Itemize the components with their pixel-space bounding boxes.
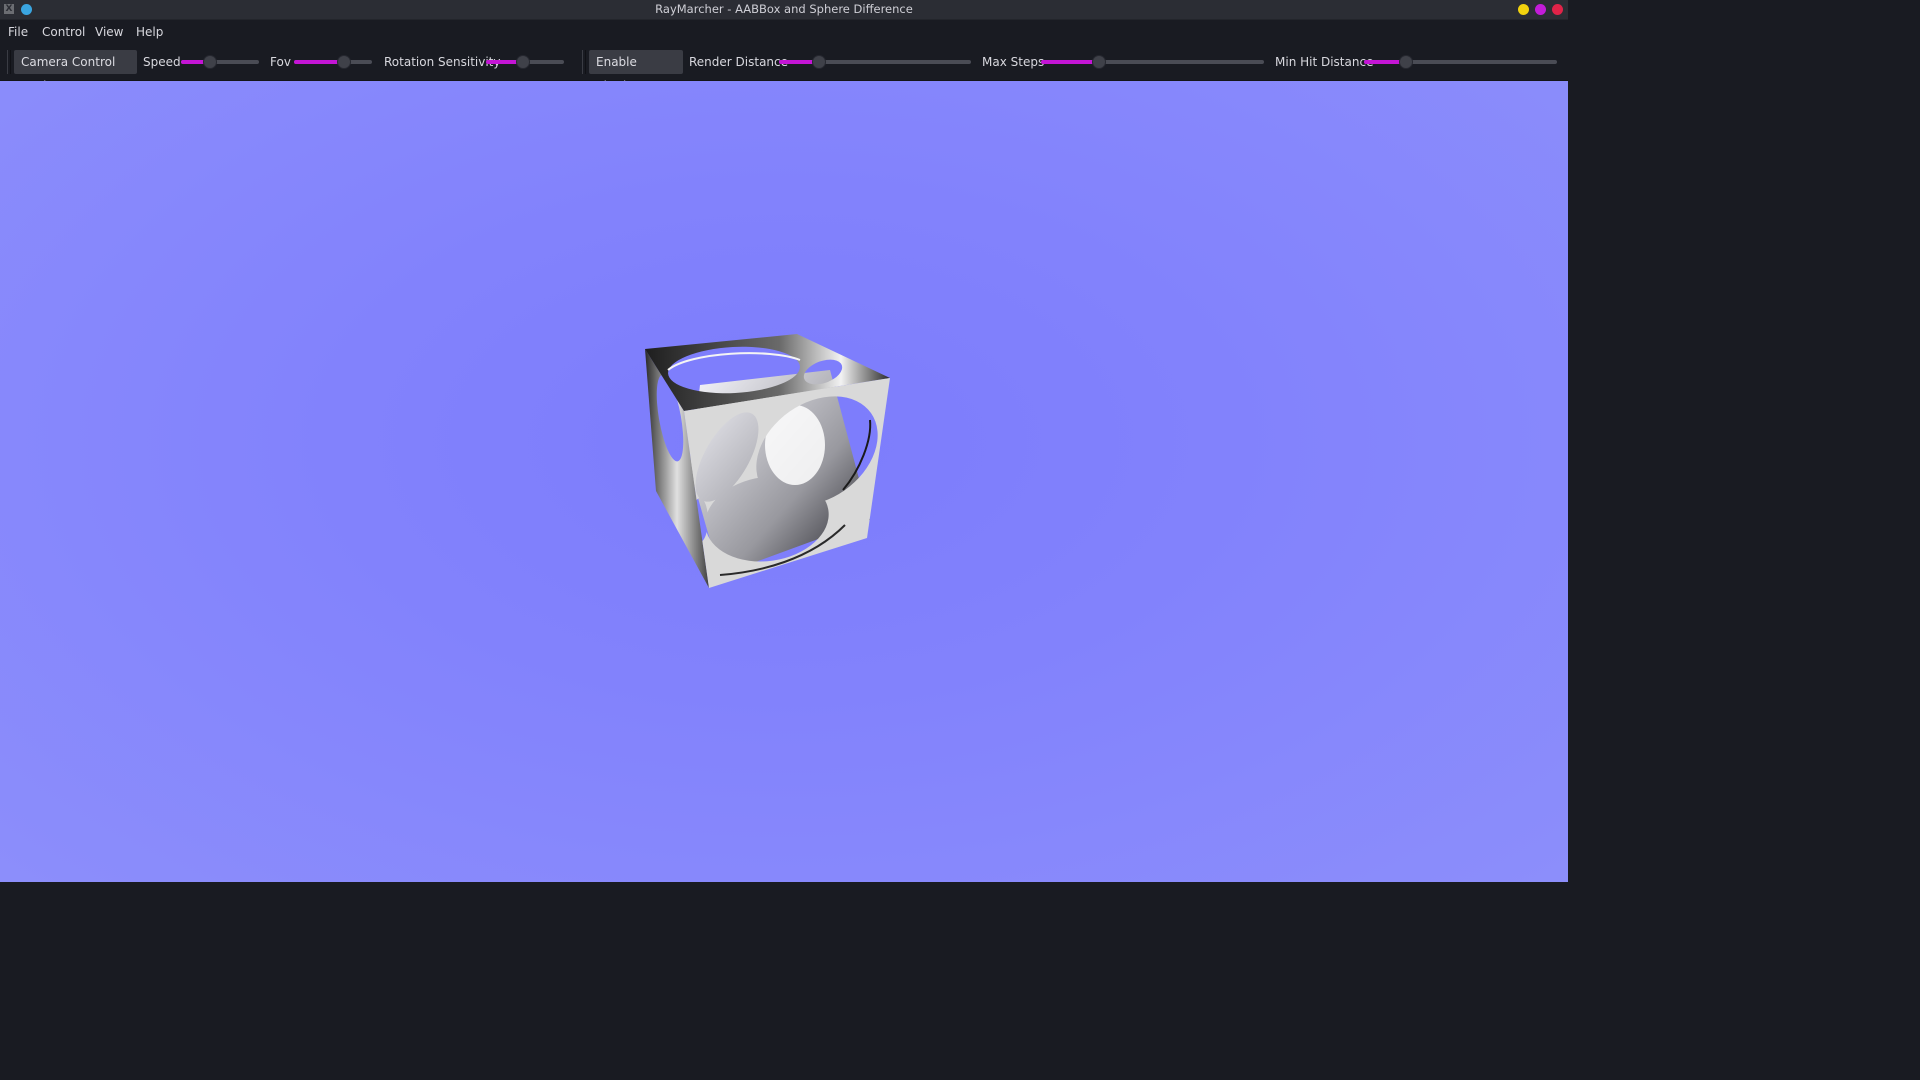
min-hit-distance-label: Min Hit Distance bbox=[1275, 55, 1374, 69]
slider-handle[interactable] bbox=[812, 55, 827, 69]
camera-control-mode-button[interactable]: Camera Control Mode bbox=[14, 50, 137, 93]
render-viewport[interactable] bbox=[0, 81, 1568, 882]
toolbar: Camera Control Mode Speed Fov Rotation S… bbox=[0, 44, 1568, 93]
rotation-sensitivity-label: Rotation Sensitivity bbox=[384, 55, 501, 69]
menu-help[interactable]: Help bbox=[136, 24, 163, 40]
toolbar-grip[interactable] bbox=[7, 50, 11, 74]
fov-slider[interactable] bbox=[294, 54, 372, 70]
maximize-button[interactable] bbox=[1535, 4, 1546, 15]
menu-control[interactable]: Control bbox=[42, 24, 85, 40]
min-hit-distance-slider[interactable] bbox=[1364, 54, 1557, 70]
menu-view[interactable]: View bbox=[95, 24, 123, 40]
close-button[interactable] bbox=[1552, 4, 1563, 15]
cube-front-face bbox=[684, 378, 890, 588]
menu-bar: File Control View Help bbox=[0, 20, 1568, 44]
speed-label: Speed bbox=[143, 55, 181, 69]
slider-handle[interactable] bbox=[1091, 55, 1106, 69]
slider-handle[interactable] bbox=[515, 55, 530, 69]
slider-fill bbox=[1041, 60, 1099, 64]
minimize-button[interactable] bbox=[1518, 4, 1529, 15]
render-distance-label: Render Distance bbox=[689, 55, 789, 69]
slider-handle[interactable] bbox=[336, 55, 351, 69]
render-distance-slider[interactable] bbox=[779, 54, 971, 70]
rotation-sensitivity-slider[interactable] bbox=[486, 54, 564, 70]
toolbar-grip[interactable] bbox=[582, 50, 586, 74]
window-title: RayMarcher - AABBox and Sphere Differenc… bbox=[655, 2, 913, 16]
speed-slider[interactable] bbox=[181, 54, 259, 70]
enable-shadows-button[interactable]: Enable Shadows bbox=[589, 50, 683, 93]
fov-label: Fov bbox=[270, 55, 291, 69]
title-bar[interactable]: X RayMarcher - AABBox and Sphere Differe… bbox=[0, 0, 1568, 20]
slider-handle[interactable] bbox=[1399, 55, 1414, 69]
max-steps-slider[interactable] bbox=[1041, 54, 1264, 70]
raymarched-scene bbox=[645, 334, 890, 588]
max-steps-label: Max Steps bbox=[982, 55, 1045, 69]
menu-file[interactable]: File bbox=[8, 24, 28, 40]
slider-handle[interactable] bbox=[202, 55, 217, 69]
